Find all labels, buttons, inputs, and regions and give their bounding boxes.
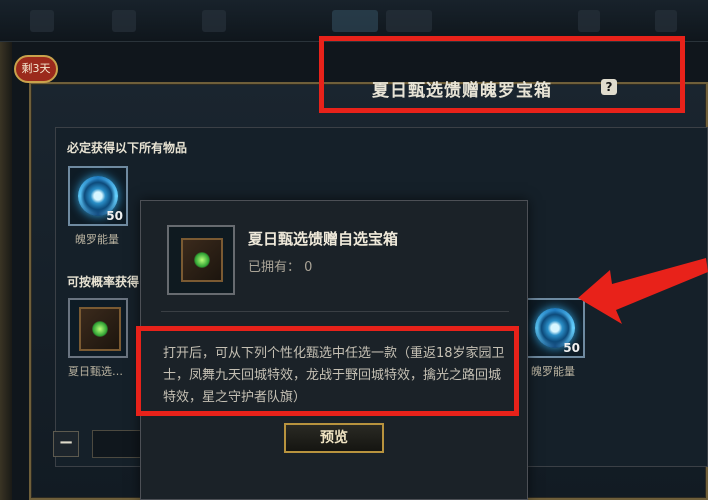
tooltip-title: 夏日甄选馈赠自选宝箱 [248, 230, 399, 248]
tooltip-divider [161, 311, 509, 312]
nav-icon[interactable] [578, 10, 600, 32]
nav-tab[interactable] [386, 10, 432, 32]
item-name: 夏日甄选… [68, 365, 123, 378]
item-tooltip: 夏日甄选馈赠自选宝箱 已拥有： 0 打开后，可从下列个性化甄选中任选一款（重返1… [140, 200, 528, 500]
tooltip-item-tile [167, 225, 235, 295]
item-name: 魄罗能量 [531, 365, 575, 378]
item-count: 50 [563, 341, 580, 355]
chest-icon [79, 307, 121, 351]
guaranteed-section-label: 必定获得以下所有物品 [67, 141, 188, 155]
preview-button[interactable]: 预览 [284, 423, 384, 453]
top-navigation-bar [0, 0, 708, 42]
reward-item-tile[interactable] [68, 298, 128, 358]
nav-tab[interactable] [332, 10, 378, 32]
item-count: 50 [106, 209, 123, 223]
help-icon[interactable]: ? [601, 79, 617, 95]
nav-icon[interactable] [202, 10, 226, 32]
background-panel-edge [0, 42, 12, 500]
nav-icon[interactable] [112, 10, 136, 32]
days-left-badge: 剩3天 [14, 55, 58, 83]
chance-section-label: 可按概率获得 [67, 275, 140, 289]
annotation-arrow-icon [578, 258, 708, 324]
reward-item-tile[interactable]: 50 [68, 166, 128, 226]
tooltip-owned-count: 已拥有： 0 [248, 260, 313, 275]
nav-icon[interactable] [30, 10, 54, 32]
dialog-title: 夏日甄选馈赠魄罗宝箱 [372, 81, 552, 101]
quantity-minus-button[interactable]: − [53, 431, 79, 457]
tooltip-description: 打开后，可从下列个性化甄选中任选一款（重返18岁家园卫士，凤舞九天回城特效，龙战… [163, 346, 505, 405]
chest-icon [181, 238, 223, 282]
nav-icon[interactable] [655, 10, 677, 32]
item-name: 魄罗能量 [75, 233, 119, 246]
